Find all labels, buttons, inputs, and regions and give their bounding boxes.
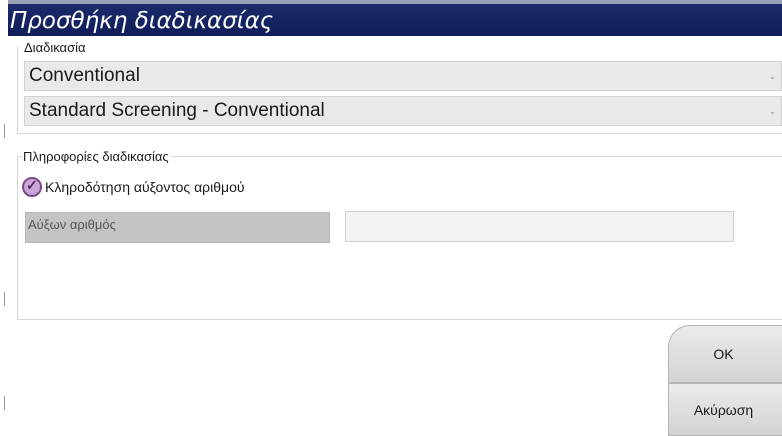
cancel-button-label: Ακύρωση xyxy=(693,401,754,418)
checkmark-icon: ✓ xyxy=(22,177,42,197)
ok-button[interactable]: OK xyxy=(668,325,782,383)
edge-tick xyxy=(4,292,5,306)
auto-accession-label: Κληροδότηση αύξοντος αριθμού xyxy=(45,179,245,195)
ok-button-label: OK xyxy=(713,346,734,362)
accession-number-input[interactable] xyxy=(345,211,734,242)
edge-tick xyxy=(4,396,5,410)
procedure-type-select[interactable]: Conventional ⌄ xyxy=(24,61,782,91)
procedure-info-legend: Πληροφορίες διαδικασίας xyxy=(21,149,171,164)
chevron-down-icon: ⌄ xyxy=(768,106,776,116)
procedure-group-legend: Διαδικασία xyxy=(22,40,88,55)
edge-tick xyxy=(4,124,5,138)
dialog-body: Διαδικασία Conventional ⌄ Standard Scree… xyxy=(8,36,782,436)
chevron-down-icon: ⌄ xyxy=(768,71,776,81)
accession-number-label-text: Αύξων αριθμός xyxy=(28,217,116,232)
procedure-value: Standard Screening - Conventional xyxy=(29,100,325,121)
dialog-title-bar: Προσθήκη διαδικασίας xyxy=(8,0,782,36)
procedure-select[interactable]: Standard Screening - Conventional ⌄ xyxy=(24,96,782,126)
cancel-button[interactable]: Ακύρωση xyxy=(668,383,782,436)
accession-number-label: Αύξων αριθμός xyxy=(25,212,330,243)
dialog-title: Προσθήκη διαδικασίας xyxy=(10,8,274,34)
procedure-type-value: Conventional xyxy=(29,65,140,86)
window-left-edge xyxy=(0,0,8,436)
